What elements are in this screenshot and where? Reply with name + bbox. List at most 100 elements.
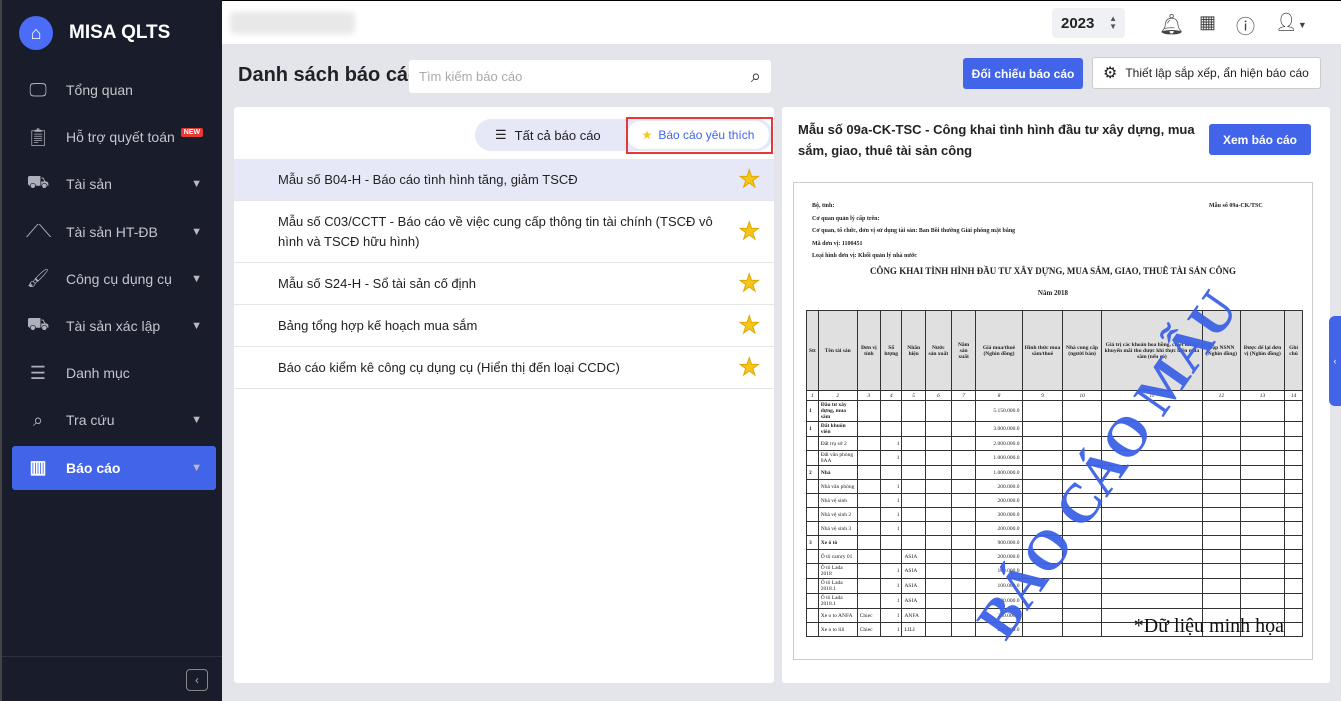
sidebar-item-8[interactable]: ▥ Báo cáo ▼ bbox=[12, 445, 216, 490]
table-cell bbox=[806, 479, 819, 494]
table-cell bbox=[1239, 549, 1286, 564]
favorite-star-icon[interactable]: ★ bbox=[738, 219, 760, 244]
table-cell bbox=[924, 608, 952, 623]
table-cell bbox=[856, 421, 881, 437]
monitor-chart-icon: 🖵 bbox=[29, 79, 47, 100]
table-cell: 3.000.000.0 bbox=[975, 421, 1023, 437]
search-icon[interactable]: ⌕ bbox=[751, 66, 761, 87]
table-cell bbox=[924, 436, 952, 451]
table-cell bbox=[879, 421, 903, 437]
table-cell bbox=[901, 493, 926, 508]
table-cell bbox=[924, 521, 952, 536]
table-cell bbox=[950, 578, 977, 594]
apps-grid-icon[interactable]: ▦ bbox=[1199, 12, 1216, 33]
settings-button[interactable]: ⚙ Thiết lập sắp xếp, ẩn hiện báo cáo bbox=[1092, 57, 1321, 89]
chevron-down-icon[interactable]: ▼ bbox=[191, 414, 202, 426]
settings-label: Thiết lập sắp xếp, ẩn hiện báo cáo bbox=[1125, 66, 1309, 80]
table-cell: 5.150.000.0 bbox=[975, 400, 1023, 422]
table-cell bbox=[950, 563, 977, 579]
table-cell: Xe o to lili bbox=[817, 622, 858, 637]
favorite-star-icon[interactable]: ★ bbox=[738, 355, 760, 380]
app-logo[interactable]: ⌂ MISA QLTS bbox=[2, 0, 222, 66]
table-cell bbox=[1284, 521, 1303, 536]
table-cell bbox=[879, 549, 903, 564]
table-cell bbox=[901, 436, 926, 451]
table-cell: Nhà văn phòng bbox=[817, 479, 858, 494]
report-list-item[interactable]: Mẫu số S24-H - Sổ tài sản cố định ★ bbox=[234, 263, 774, 305]
search-input[interactable]: Tìm kiếm báo cáo ⌕ bbox=[409, 60, 771, 93]
table-row: 1 Đất khuôn viên 3.000.000.0 bbox=[806, 421, 1303, 437]
sidebar-item-1[interactable]: 📋︎ Hỗ trợ quyết toán NEW bbox=[12, 115, 216, 159]
sidebar-item-3[interactable]: ⟋⟍ Tài sản HT-ĐB ▼ bbox=[12, 210, 216, 254]
compare-report-button[interactable]: Đối chiếu báo cáo bbox=[963, 58, 1083, 89]
table-cell bbox=[924, 450, 952, 466]
sidebar-item-4[interactable]: 🖌︎ Công cụ dụng cụ ▼ bbox=[12, 257, 216, 301]
table-cell bbox=[1100, 549, 1204, 564]
column-number: 14 bbox=[1284, 390, 1303, 401]
chevron-down-icon[interactable]: ▼ bbox=[191, 320, 202, 332]
app-name: MISA QLTS bbox=[69, 22, 171, 43]
table-cell bbox=[1202, 578, 1241, 594]
sidebar-item-0[interactable]: 🖵 Tổng quan bbox=[12, 68, 216, 112]
year-value: 2023 bbox=[1061, 14, 1095, 32]
column-number: 1 bbox=[806, 390, 819, 401]
chevron-down-icon[interactable]: ▼ bbox=[191, 178, 202, 190]
column-header: Nước sản xuất bbox=[924, 310, 952, 391]
tab-all-reports[interactable]: ☰ Tất cả báo cáo bbox=[495, 119, 601, 151]
column-number: 13 bbox=[1239, 390, 1286, 401]
table-cell bbox=[1284, 450, 1303, 466]
report-name: Báo cáo kiểm kê công cụ dụng cụ (Hiển th… bbox=[278, 359, 620, 375]
help-icon[interactable]: ⓘ bbox=[1236, 12, 1255, 39]
table-cell bbox=[924, 563, 952, 579]
table-cell bbox=[1284, 622, 1303, 637]
table-cell bbox=[1284, 436, 1303, 451]
collapse-sidebar-button[interactable]: ‹ bbox=[186, 669, 208, 691]
report-list-item[interactable]: Bảng tổng hợp kế hoạch mua sắm ★ bbox=[234, 305, 774, 347]
table-cell: Nhà vệ sinh bbox=[817, 493, 858, 508]
chevron-down-icon[interactable]: ▼ bbox=[191, 273, 202, 285]
table-cell: 2 bbox=[806, 465, 819, 480]
column-header: Ghi chú bbox=[1284, 310, 1303, 391]
table-cell: 1 bbox=[806, 400, 819, 422]
report-list-item[interactable]: Mẫu số B04-H - Báo cáo tình hình tăng, g… bbox=[234, 159, 774, 201]
chevron-down-icon[interactable]: ▼ bbox=[191, 462, 202, 474]
column-number: 9 bbox=[1021, 390, 1064, 401]
table-cell bbox=[901, 465, 926, 480]
table-cell bbox=[856, 400, 881, 422]
table-cell: Nhà bbox=[817, 465, 858, 480]
table-cell bbox=[856, 479, 881, 494]
table-cell bbox=[856, 465, 881, 480]
table-cell bbox=[950, 549, 977, 564]
view-report-button[interactable]: Xem báo cáo bbox=[1209, 124, 1311, 155]
report-list-item[interactable]: Báo cáo kiểm kê công cụ dụng cụ (Hiển th… bbox=[234, 347, 774, 389]
road-icon: ⟋⟍ bbox=[26, 221, 52, 242]
table-cell: ASIA bbox=[901, 593, 926, 609]
favorite-star-icon[interactable]: ★ bbox=[738, 271, 760, 296]
table-cell: 1 bbox=[879, 436, 903, 451]
house-car-icon: ⛟ bbox=[26, 172, 50, 193]
favorite-star-icon[interactable]: ★ bbox=[738, 167, 760, 192]
table-cell: 1 bbox=[879, 608, 903, 623]
report-list-item[interactable]: Mẫu số C03/CCTT - Báo cáo về việc cung c… bbox=[234, 201, 774, 263]
expand-side-tab[interactable]: ‹ bbox=[1329, 316, 1341, 406]
sidebar-item-6[interactable]: ☰ Danh mục bbox=[12, 351, 216, 395]
chevron-down-icon[interactable]: ▼ bbox=[191, 226, 202, 238]
favorite-star-icon[interactable]: ★ bbox=[738, 313, 760, 338]
table-cell bbox=[1202, 593, 1241, 609]
sidebar-item-2[interactable]: ⛟ Tài sản ▼ bbox=[12, 162, 216, 206]
report-name: Bảng tổng hợp kế hoạch mua sắm bbox=[278, 317, 478, 333]
table-cell: ANFA bbox=[901, 608, 926, 623]
table-cell bbox=[950, 421, 977, 437]
year-selector[interactable]: 2023 ▲ ▼ bbox=[1052, 8, 1125, 38]
table-cell: 300.000.0 bbox=[975, 507, 1023, 522]
table-cell: 1 bbox=[879, 563, 903, 579]
bell-icon[interactable]: 🔔︎ bbox=[1159, 12, 1184, 37]
table-cell bbox=[1202, 535, 1241, 550]
table-cell: 1 bbox=[806, 421, 819, 437]
search-placeholder: Tìm kiếm báo cáo bbox=[419, 69, 523, 84]
sidebar-item-7[interactable]: ⌕ Tra cứu ▼ bbox=[12, 398, 216, 442]
table-cell: 1 bbox=[879, 493, 903, 508]
table-cell bbox=[1239, 593, 1286, 609]
sidebar-item-5[interactable]: ⛟ Tài sản xác lập ▼ bbox=[12, 304, 216, 348]
user-icon[interactable]: 👤︎▼ bbox=[1275, 12, 1307, 33]
